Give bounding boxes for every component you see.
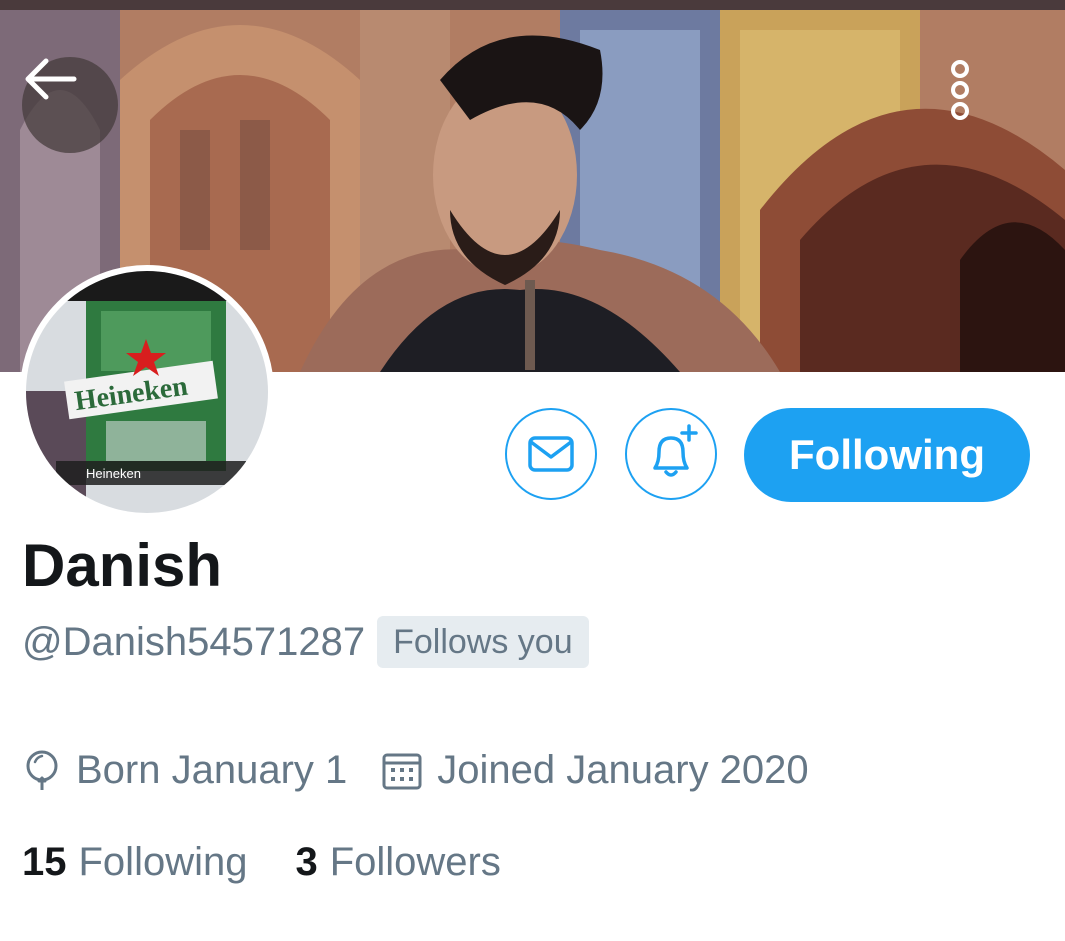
profile-avatar[interactable]: Heineken Heineken	[20, 265, 274, 519]
birthday-item: Born January 1	[22, 748, 347, 793]
following-stat[interactable]: 15 Following	[22, 840, 247, 885]
arrow-left-icon	[25, 58, 77, 100]
more-vertical-icon	[951, 60, 969, 120]
back-button[interactable]	[22, 57, 118, 153]
followers-count: 3	[295, 840, 318, 884]
avatar-image: Heineken Heineken	[26, 271, 268, 513]
avatar-caption: Heineken	[86, 466, 141, 481]
joined-item: Joined January 2020	[381, 748, 809, 793]
bell-plus-icon	[653, 424, 698, 477]
more-options-button[interactable]	[948, 57, 1028, 153]
stats-row: 15 Following 3 Followers	[22, 840, 501, 885]
message-button[interactable]	[505, 408, 597, 500]
following-button[interactable]: Following	[744, 408, 1030, 502]
balloon-icon	[26, 750, 58, 790]
envelope-icon	[528, 436, 574, 472]
birthday-text: Born January 1	[76, 748, 348, 792]
profile-meta: Born January 1 Joined January 2020	[22, 748, 809, 793]
joined-text: Joined January 2020	[437, 748, 809, 792]
following-count: 15	[22, 840, 67, 884]
calendar-icon	[382, 753, 422, 789]
followers-stat[interactable]: 3 Followers	[295, 840, 500, 885]
followers-label: Followers	[329, 840, 501, 884]
follows-you-badge: Follows you	[377, 616, 589, 668]
status-strip	[0, 0, 1065, 10]
profile-handle: @Danish54571287	[22, 620, 366, 664]
notifications-button[interactable]	[625, 408, 717, 500]
following-label: Following	[78, 840, 248, 884]
handle-row: @Danish54571287 Follows you	[22, 614, 589, 670]
profile-name: Danish	[22, 532, 223, 599]
